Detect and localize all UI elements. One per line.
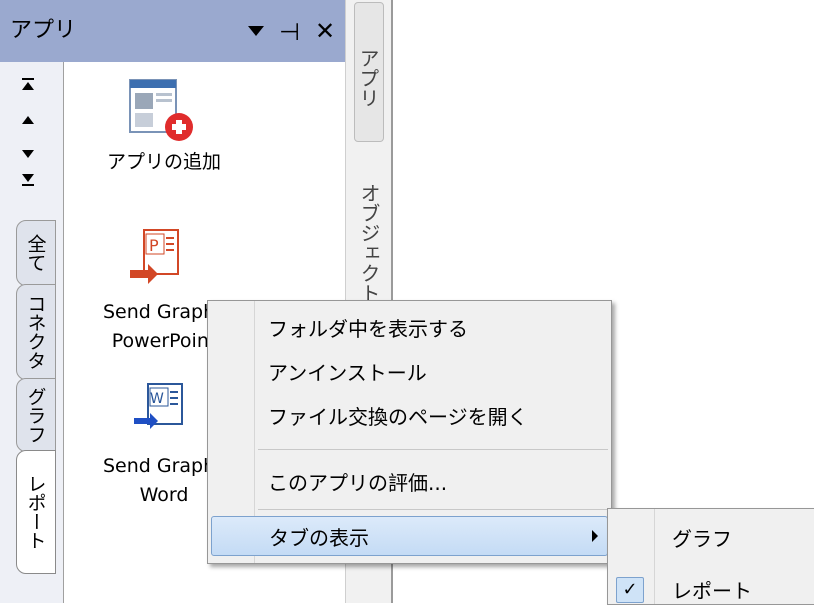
app-item-powerpoint[interactable]: P: [122, 224, 202, 298]
word-icon: W: [134, 383, 183, 429]
scroll-first-icon[interactable]: [20, 78, 36, 98]
app-label-add: アプリの追加: [106, 151, 221, 173]
menu-item-label: このアプリの評価...: [268, 471, 448, 495]
submenu-item-label: レポート: [672, 579, 752, 603]
panel-title-bar: アプリ ⊣ ✕: [0, 0, 345, 63]
pin-icon[interactable]: ⊣: [279, 17, 300, 47]
menu-item-tab-display[interactable]: タブの表示: [211, 516, 608, 556]
scroll-last-icon[interactable]: [20, 172, 36, 192]
app-item-word[interactable]: W: [122, 378, 202, 452]
svg-text:W: W: [150, 391, 164, 407]
scroll-up-icon[interactable]: [20, 112, 36, 132]
side-tab-strip: 全て コネクタ グラフ レポート: [0, 62, 63, 603]
tab-all[interactable]: 全て: [16, 220, 56, 286]
context-menu: フォルダ中を表示する アンインストール ファイル交換のページを開く このアプリの…: [207, 300, 612, 564]
menu-separator: [258, 509, 608, 510]
menu-item-show-folder[interactable]: フォルダ中を表示する: [208, 307, 611, 347]
scroll-down-icon[interactable]: [20, 146, 36, 166]
app-item-add[interactable]: [122, 76, 202, 150]
dropdown-arrow-icon[interactable]: [248, 26, 264, 36]
menu-item-rate[interactable]: このアプリの評価...: [208, 461, 611, 501]
submenu-item-label: グラフ: [672, 527, 732, 551]
menu-item-label: ファイル交換のページを開く: [268, 405, 528, 429]
menu-separator: [258, 449, 608, 450]
svg-text:P: P: [149, 236, 159, 255]
tab-connector[interactable]: コネクタ: [16, 284, 56, 380]
dock-tab-object[interactable]: オブジェクト: [354, 162, 384, 312]
submenu-item-graph[interactable]: グラフ: [608, 515, 814, 553]
check-icon: ✓: [616, 577, 644, 603]
powerpoint-icon: P: [130, 229, 179, 284]
menu-item-open-exchange[interactable]: ファイル交換のページを開く: [208, 395, 611, 435]
submenu-arrow-icon: [592, 530, 598, 542]
tab-report[interactable]: レポート: [16, 450, 56, 574]
menu-item-uninstall[interactable]: アンインストール: [208, 351, 611, 391]
tab-display-submenu: グラフ レポート ✓: [607, 508, 814, 605]
tab-graph[interactable]: グラフ: [16, 378, 56, 452]
add-app-icon: [129, 79, 193, 141]
menu-item-label: タブの表示: [269, 526, 369, 550]
menu-item-label: アンインストール: [268, 361, 427, 385]
panel-title: アプリ: [10, 18, 77, 43]
close-icon[interactable]: ✕: [315, 16, 335, 46]
menu-item-label: フォルダ中を表示する: [268, 317, 468, 341]
dock-tab-apps[interactable]: アプリ: [354, 2, 384, 142]
